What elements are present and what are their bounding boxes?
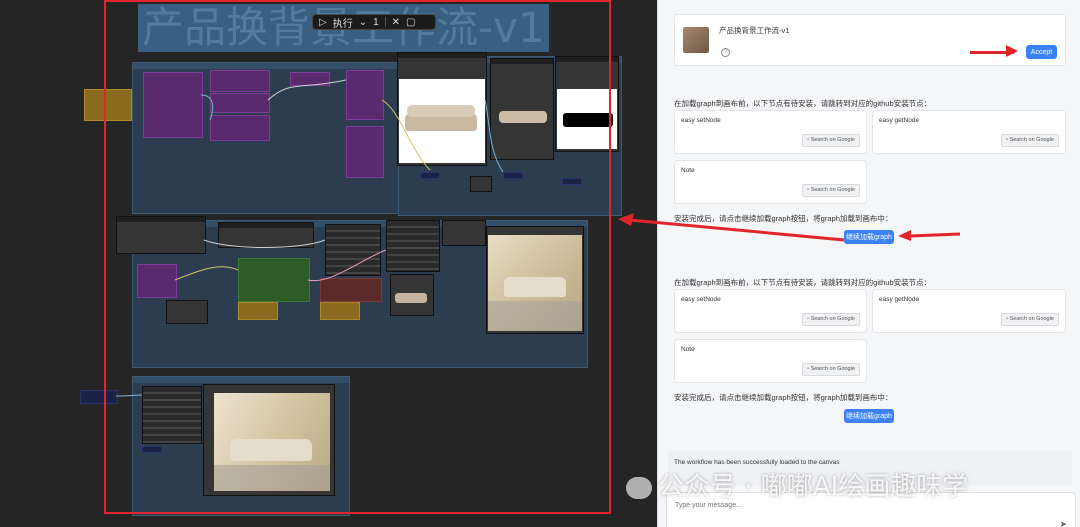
search-google-button[interactable]: ▫ Search on Google <box>802 363 860 376</box>
status-message: The workflow has been successfully loade… <box>674 459 840 466</box>
send-icon[interactable]: ➤ <box>1059 519 1067 527</box>
search-google-button[interactable]: ▫ Search on Google <box>1001 313 1059 326</box>
search-google-button[interactable]: ▫ Search on Google <box>802 134 860 147</box>
install-after-text: 安装完成后，请点击继续加载graph按钮，将graph加载到画布中： <box>674 393 893 402</box>
missing-node-card: easy getNode ▫ Search on Google <box>872 289 1066 333</box>
node-name: Note <box>681 346 695 353</box>
wechat-icon <box>626 476 652 499</box>
search-google-label: Search on Google <box>810 137 855 143</box>
search-google-label: Search on Google <box>1009 316 1054 322</box>
search-google-label: Search on Google <box>1009 137 1054 143</box>
search-google-label: Search on Google <box>810 187 855 193</box>
annotation-arrow-continue <box>898 228 962 241</box>
missing-node-card: easy setNode ▫ Search on Google <box>674 110 867 154</box>
continue-load-graph-button[interactable]: 继续加载graph <box>844 230 894 244</box>
search-google-button[interactable]: ▫ Search on Google <box>802 313 860 326</box>
search-google-label: Search on Google <box>810 366 855 372</box>
watermark-text: 公众号 · 嘟嘟AI绘画趣味学 <box>658 472 969 502</box>
missing-node-card: Note ▫ Search on Google <box>674 160 867 204</box>
document-icon: ▫ <box>807 137 810 143</box>
watermark: 公众号 · 嘟嘟AI绘画趣味学 <box>626 466 968 503</box>
document-icon: ▫ <box>807 187 810 193</box>
node-name: easy setNode <box>681 117 721 124</box>
install-section-2: 在加载graph到画布前，以下节点有待安装，请跳转到对应的github安装节点：… <box>668 271 1072 429</box>
missing-node-card: easy setNode ▫ Search on Google <box>674 289 867 333</box>
continue-load-graph-button[interactable]: 继续加载graph <box>844 409 894 423</box>
search-google-button[interactable]: ▫ Search on Google <box>802 184 860 197</box>
document-icon: ▫ <box>807 316 810 322</box>
annotation-arrow-canvas <box>616 212 848 242</box>
missing-node-card: Note ▫ Search on Google <box>674 339 867 383</box>
node-name: Note <box>681 167 695 174</box>
assistant-panel: 产品换背景工作流-v1 ? Accept 在加载graph到画布前，以下节点有待… <box>657 0 1080 527</box>
annotation-arrow-accept <box>962 45 1018 57</box>
annotation-highlight-box <box>104 0 611 514</box>
help-icon[interactable]: ? <box>721 48 730 57</box>
document-icon: ▫ <box>1006 316 1009 322</box>
workflow-thumbnail <box>683 27 709 53</box>
accept-button[interactable]: Accept <box>1026 45 1057 59</box>
search-google-button[interactable]: ▫ Search on Google <box>1001 134 1059 147</box>
document-icon: ▫ <box>807 366 810 372</box>
node-name: easy getNode <box>879 296 920 303</box>
install-intro: 在加载graph到画布前，以下节点有待安装，请跳转到对应的github安装节点： <box>674 278 932 287</box>
missing-node-card: easy getNode ▫ Search on Google <box>872 110 1066 154</box>
node-name: easy getNode <box>879 117 920 124</box>
install-intro: 在加载graph到画布前，以下节点有待安装，请跳转到对应的github安装节点： <box>674 99 932 108</box>
workflow-title: 产品换背景工作流-v1 <box>719 26 790 35</box>
workflow-canvas[interactable]: 产品换背景工作流-v1 ▷ 执行 ⌄ 1 ✕ ▢ <box>0 0 657 527</box>
node-name: easy setNode <box>681 296 721 303</box>
search-google-label: Search on Google <box>810 316 855 322</box>
workflow-card: 产品换背景工作流-v1 ? Accept <box>674 14 1066 66</box>
document-icon: ▫ <box>1006 137 1009 143</box>
